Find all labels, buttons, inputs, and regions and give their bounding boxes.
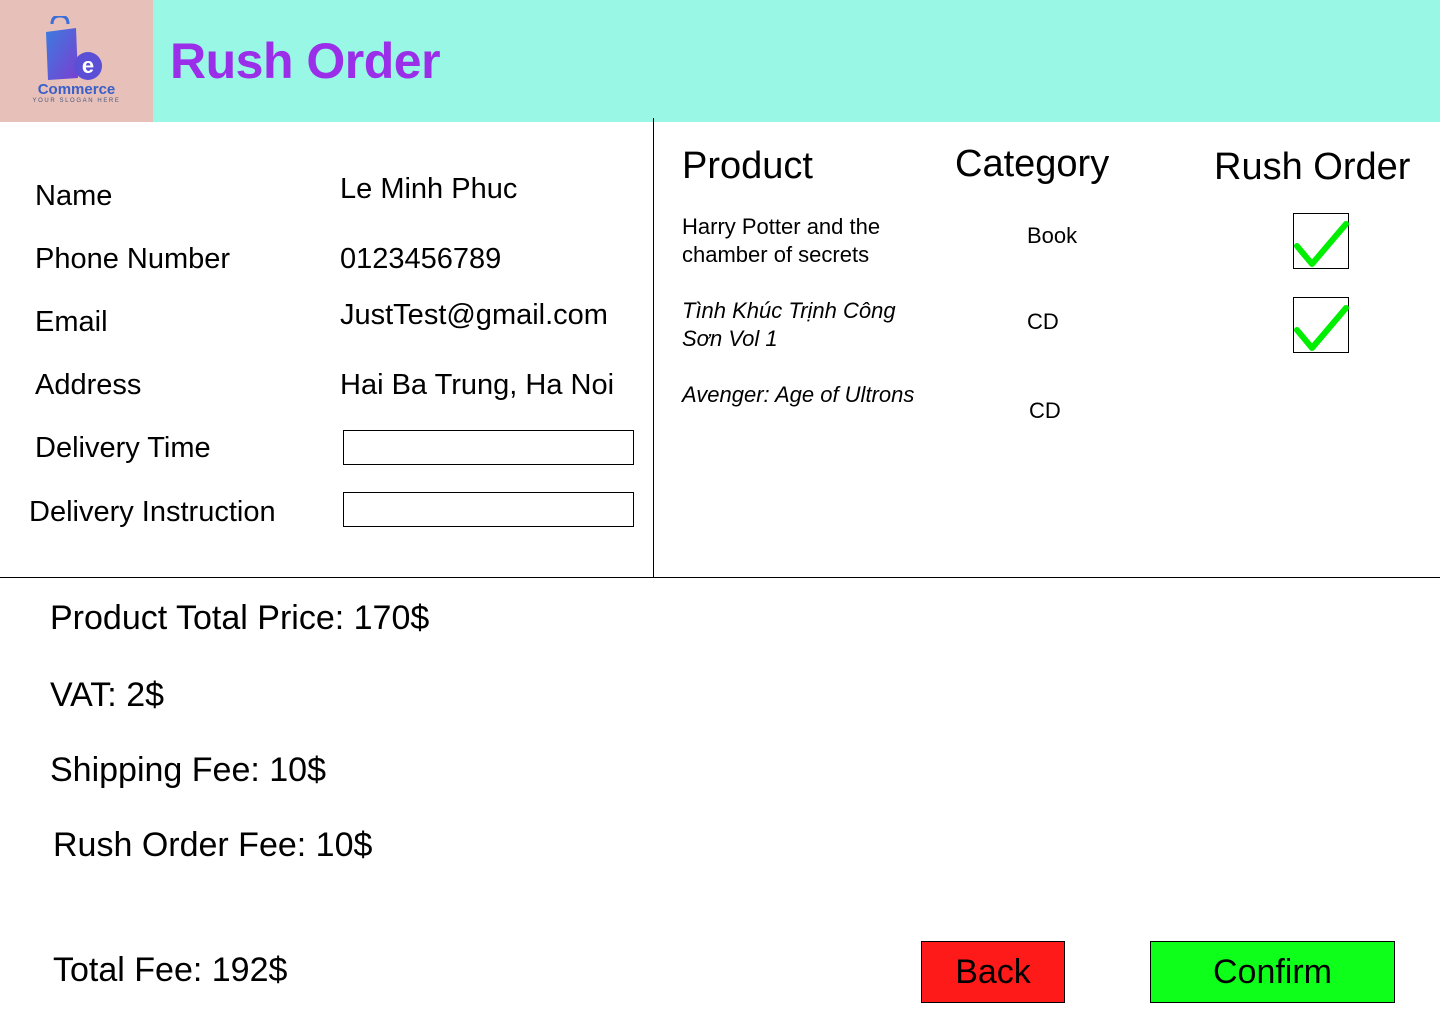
- delivery-instruction-input[interactable]: [343, 492, 634, 527]
- logo-letter: e: [82, 53, 94, 78]
- header-bar: e Commerce YOUR SLOGAN HERE Rush Order: [0, 0, 1440, 122]
- rush-order-fee: Rush Order Fee: 10$: [53, 826, 373, 864]
- back-button[interactable]: Back: [921, 941, 1065, 1003]
- total-fee: Total Fee: 192$: [53, 951, 288, 989]
- rush-order-checkbox[interactable]: [1293, 297, 1349, 353]
- vat-amount: VAT: 2$: [50, 676, 165, 714]
- address-label: Address: [35, 369, 142, 401]
- product-category: CD: [1027, 309, 1059, 334]
- checkmark-icon: [1294, 221, 1349, 267]
- logo-slogan: YOUR SLOGAN HERE: [32, 98, 121, 104]
- rush-order-column-header: Rush Order: [1214, 146, 1411, 188]
- product-category: Book: [1027, 223, 1078, 248]
- product-column-header: Product: [682, 145, 813, 187]
- rush-order-checkbox[interactable]: [1293, 213, 1349, 269]
- horizontal-divider: [0, 577, 1440, 578]
- delivery-time-input[interactable]: [343, 430, 634, 465]
- category-column-header: Category: [955, 143, 1110, 185]
- delivery-instruction-label: Delivery Instruction: [29, 496, 276, 528]
- phone-label: Phone Number: [35, 243, 231, 275]
- product-name: Avenger: Age of Ultrons: [682, 382, 915, 407]
- address-value: Hai Ba Trung, Ha Noi: [340, 369, 615, 401]
- phone-value: 0123456789: [340, 243, 502, 275]
- shipping-fee: Shipping Fee: 10$: [50, 751, 326, 789]
- logo-word: Commerce: [37, 81, 116, 98]
- delivery-time-label: Delivery Time: [35, 432, 211, 464]
- email-value: JustTest@gmail.com: [340, 299, 608, 331]
- confirm-button[interactable]: Confirm: [1150, 941, 1395, 1003]
- shopping-bag-icon: e: [46, 16, 102, 80]
- name-label: Name: [35, 180, 113, 212]
- name-value: Le Minh Phuc: [340, 173, 518, 205]
- product-name: Tình Khúc Trịnh Công Sơn Vol 1: [682, 298, 896, 351]
- logo[interactable]: e Commerce YOUR SLOGAN HERE: [0, 0, 153, 122]
- page-title: Rush Order: [170, 33, 441, 89]
- product-name: Harry Potter and the chamber of secrets: [682, 214, 881, 267]
- email-label: Email: [35, 306, 108, 338]
- vertical-divider: [653, 118, 654, 578]
- product-total-price: Product Total Price: 170$: [50, 599, 430, 637]
- product-category: CD: [1029, 398, 1061, 423]
- checkmark-icon: [1294, 305, 1349, 351]
